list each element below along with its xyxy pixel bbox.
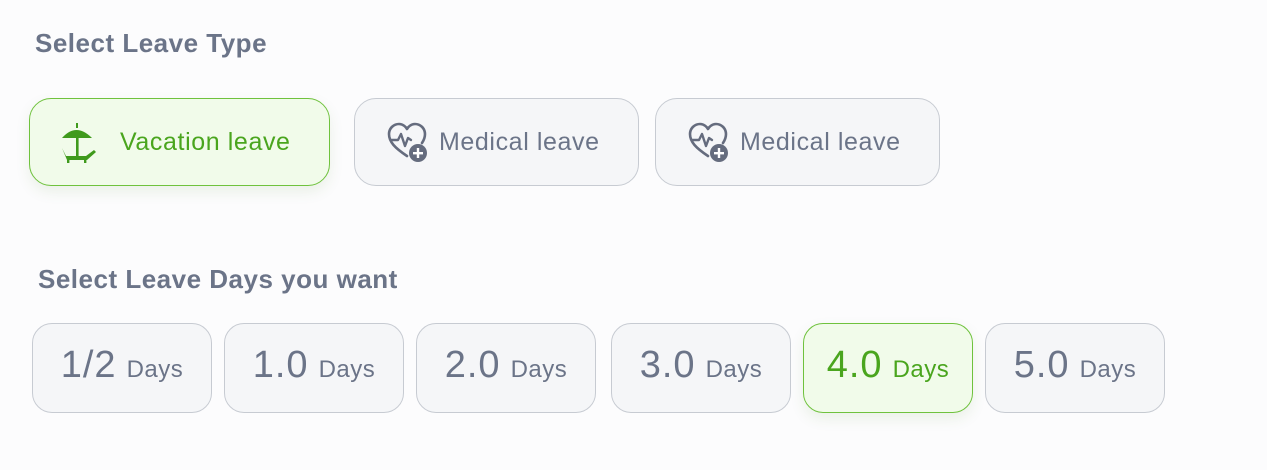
days-value: 2.0 [444,344,501,386]
days-option-3[interactable]: 3.0 Days [611,323,791,413]
medical-leave-option[interactable]: Medical leave [354,98,639,186]
medical-leave-option[interactable]: Medical leave [655,98,940,186]
leave-days-heading: Select Leave Days you want [38,264,398,294]
days-option-4[interactable]: 4.0 Days [803,323,973,413]
days-option-2[interactable]: 2.0 Days [416,323,596,413]
days-unit: Days [318,356,376,383]
beach-umbrella-chair-icon [54,116,106,168]
leave-type-heading: Select Leave Type [35,28,268,58]
days-unit: Days [126,356,184,383]
days-option-5[interactable]: 5.0 Days [985,323,1165,413]
heart-pulse-plus-icon [682,116,734,168]
days-value: 4.0 [826,344,883,386]
days-option-half[interactable]: 1/2 Days [32,323,212,413]
days-option-1[interactable]: 1.0 Days [224,323,404,413]
days-unit: Days [1079,356,1137,383]
leave-option-label: Vacation leave [120,127,291,156]
vacation-leave-option[interactable]: Vacation leave [29,98,330,186]
days-value: 5.0 [1013,344,1070,386]
days-unit: Days [705,356,763,383]
days-value: 1/2 [60,344,117,386]
days-unit: Days [510,356,568,383]
days-value: 1.0 [252,344,309,386]
days-value: 3.0 [639,344,696,386]
leave-option-label: Medical leave [740,127,901,156]
days-unit: Days [892,356,950,383]
heart-pulse-plus-icon [381,116,433,168]
leave-option-label: Medical leave [439,127,600,156]
